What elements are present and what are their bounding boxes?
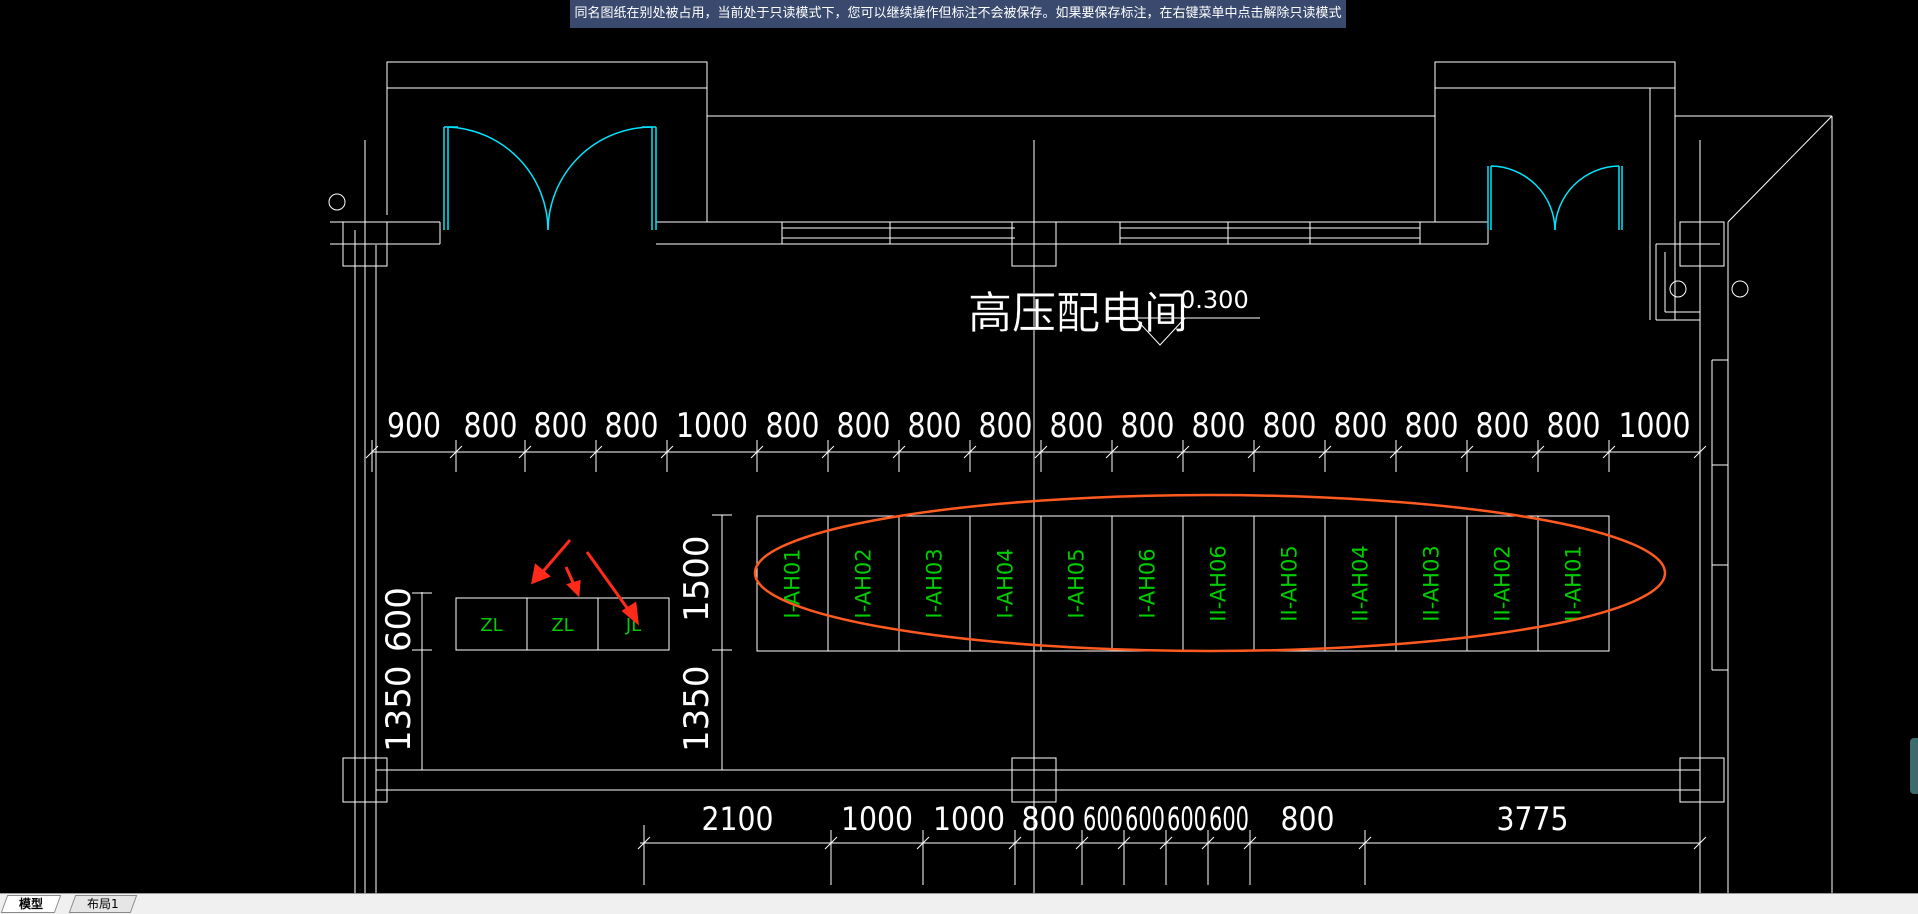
top-dim-value: 800 bbox=[908, 406, 962, 446]
top-dim-value: 800 bbox=[1405, 406, 1459, 446]
hv-cabinet-label: I-AH06 bbox=[1136, 548, 1160, 618]
cad-drawing-canvas[interactable]: 高压配电间 0.300 900 800 800 800 1000 800 800 800 800… bbox=[0, 0, 1918, 893]
hv-cabinet-label: I-AH05 bbox=[1065, 548, 1089, 618]
hv-cabinet-label: II-AH06 bbox=[1207, 545, 1231, 621]
top-dim-value: 800 bbox=[1121, 406, 1175, 446]
bottom-dim-value: 2100 bbox=[702, 800, 774, 838]
dim-small-cabinet-depth: 600 bbox=[379, 587, 419, 652]
top-dim-value: 800 bbox=[1050, 406, 1104, 446]
bottom-dim-value: 600 bbox=[1167, 800, 1207, 838]
dim-front-clearance-hv: 1350 bbox=[677, 665, 717, 752]
bottom-dim-value: 800 bbox=[1281, 800, 1335, 838]
top-dim-value: 800 bbox=[979, 406, 1033, 446]
top-dim-value: 900 bbox=[387, 406, 441, 446]
top-dimension-texts: 900 800 800 800 1000 800 800 800 800 800 800 800 800… bbox=[365, 406, 1707, 472]
bottom-dim-value: 1000 bbox=[933, 800, 1005, 838]
elevation-label: 0.300 bbox=[1180, 286, 1249, 314]
room-title: 高压配电间 bbox=[968, 288, 1188, 339]
bottom-dim-value: 600 bbox=[1125, 800, 1165, 838]
bottom-dim-value: 600 bbox=[1209, 800, 1249, 838]
hv-cabinet-label: II-AH02 bbox=[1491, 545, 1515, 621]
bottom-dim-value: 3775 bbox=[1497, 800, 1569, 838]
top-dim-value: 800 bbox=[1263, 406, 1317, 446]
hv-cabinet-group: I-AH01 I-AH02 I-AH03 I-AH04 I-AH05 I-AH06 II-A… bbox=[756, 515, 1610, 652]
hv-cabinet-label: II-AH04 bbox=[1349, 545, 1373, 621]
hv-cabinet-label: I-AH02 bbox=[852, 548, 876, 618]
door-swings bbox=[443, 126, 1623, 231]
top-dim-value: 800 bbox=[464, 406, 518, 446]
building-outline bbox=[328, 61, 1833, 893]
top-dim-value: 800 bbox=[1547, 406, 1601, 446]
dim-front-clearance-left: 1350 bbox=[379, 665, 419, 752]
hv-cabinet-label: II-AH01 bbox=[1562, 545, 1586, 621]
hv-cabinet-label: II-AH03 bbox=[1420, 545, 1444, 621]
bottom-dim-value: 1000 bbox=[841, 800, 913, 838]
dc-cabinet-label: ZL bbox=[480, 615, 502, 636]
bottom-dim-value: 800 bbox=[1022, 800, 1076, 838]
side-panel-handle[interactable] bbox=[1910, 738, 1918, 794]
annotation-arrows[interactable] bbox=[531, 539, 639, 626]
bottom-dim-value: 600 bbox=[1083, 800, 1123, 838]
top-dim-value: 800 bbox=[605, 406, 659, 446]
top-dim-value: 800 bbox=[1192, 406, 1246, 446]
hv-cabinet-label: I-AH04 bbox=[994, 548, 1018, 618]
tab-model[interactable]: 模型 bbox=[0, 895, 62, 913]
dim-hv-cabinet-depth: 1500 bbox=[677, 535, 717, 622]
hv-cabinet-label: II-AH05 bbox=[1278, 545, 1302, 621]
top-dim-value: 800 bbox=[534, 406, 588, 446]
top-dim-value: 800 bbox=[1476, 406, 1530, 446]
top-dim-value: 800 bbox=[837, 406, 891, 446]
hv-cabinet-label: I-AH03 bbox=[923, 548, 947, 618]
top-dim-value: 800 bbox=[766, 406, 820, 446]
top-dim-value: 1000 bbox=[676, 406, 748, 446]
tab-layout1[interactable]: 布局1 bbox=[68, 895, 137, 913]
top-dim-value: 800 bbox=[1334, 406, 1388, 446]
layout-tab-bar: 模型 布局1 bbox=[0, 893, 1918, 914]
top-dim-value: 1000 bbox=[1619, 406, 1691, 446]
dc-cabinet-label: ZL bbox=[551, 615, 573, 636]
